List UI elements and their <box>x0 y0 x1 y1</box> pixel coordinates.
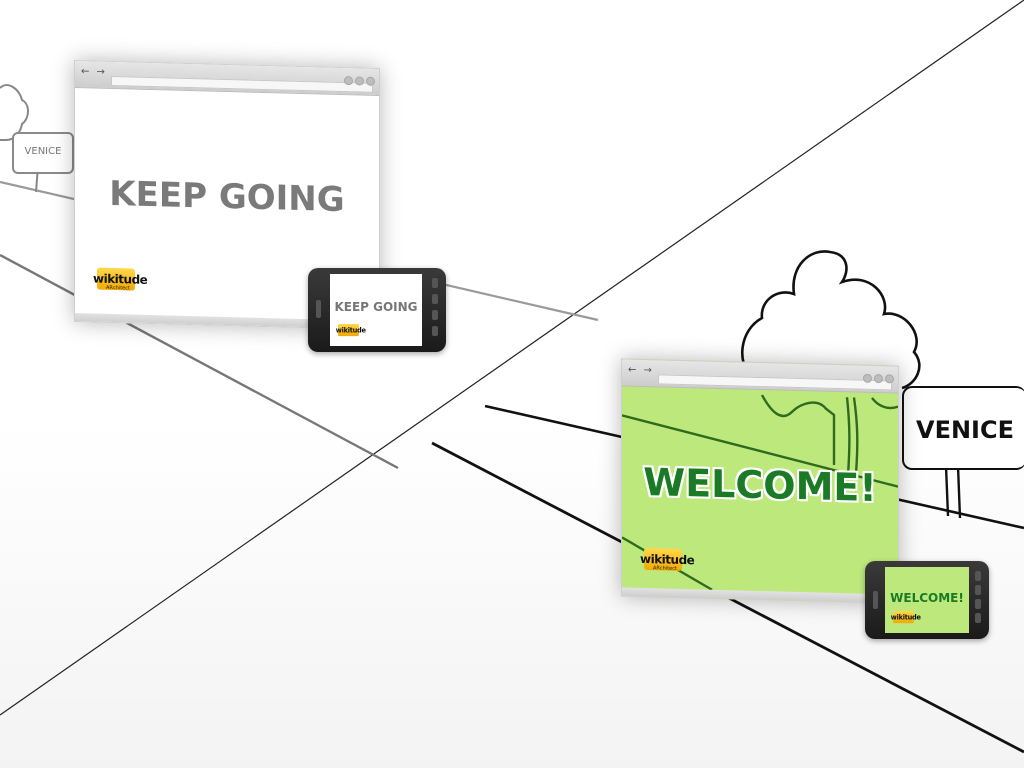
right-browser-headline: WELCOME! <box>643 459 877 511</box>
left-browser-address-bar[interactable] <box>111 75 373 93</box>
phone-button-icon[interactable] <box>432 326 438 336</box>
logo-sub: ARchitect <box>653 565 677 572</box>
right-phone-logo: wikitude <box>891 611 921 624</box>
phone-button-icon[interactable] <box>975 585 981 595</box>
left-browser-nav-arrows[interactable]: ← → <box>81 66 107 78</box>
window-dot-icon[interactable] <box>344 76 353 86</box>
window-dot-icon[interactable] <box>355 76 364 86</box>
left-browser-toolbar: ← → <box>75 61 379 96</box>
left-sign-label: VENICE <box>24 146 62 157</box>
phone-speaker-icon <box>873 591 878 609</box>
left-phone-logo: wikitude <box>336 324 366 337</box>
left-sign: VENICE <box>12 132 74 174</box>
phone-button-icon[interactable] <box>432 310 438 320</box>
left-browser-window-controls[interactable] <box>342 70 375 90</box>
window-dot-icon[interactable] <box>366 76 375 86</box>
right-sign-post-right <box>956 465 962 519</box>
right-phone: WELCOME! wikitude <box>865 561 989 639</box>
phone-button-icon[interactable] <box>975 613 981 623</box>
left-phone-headline: KEEP GOING <box>334 300 418 314</box>
phone-button-icon[interactable] <box>975 599 981 609</box>
right-wikitude-logo: wikitude ARchitect <box>640 547 694 572</box>
right-sign-label: VENICE <box>916 416 1014 444</box>
right-sign-post-left <box>944 465 950 517</box>
right-phone-headline: WELCOME! <box>890 591 964 605</box>
phone-speaker-icon <box>316 300 321 318</box>
phone-button-icon[interactable] <box>432 278 438 288</box>
right-sign: VENICE <box>902 386 1024 470</box>
left-phone: KEEP GOING wikitude <box>308 268 446 352</box>
phone-button-icon[interactable] <box>975 571 981 581</box>
logo-name: wikitude <box>335 326 366 334</box>
phone-button-icon[interactable] <box>432 294 438 304</box>
left-phone-screen: KEEP GOING wikitude <box>330 274 422 346</box>
logo-name: wikitude <box>890 613 921 621</box>
left-browser-headline: KEEP GOING <box>109 173 345 221</box>
left-wikitude-logo: wikitude ARchitect <box>93 267 147 292</box>
logo-sub: ARchitect <box>106 284 130 292</box>
right-phone-screen: WELCOME! wikitude <box>885 567 969 633</box>
right-browser-window: ← → WELCOME! wikitude ARchitect <box>621 358 899 604</box>
